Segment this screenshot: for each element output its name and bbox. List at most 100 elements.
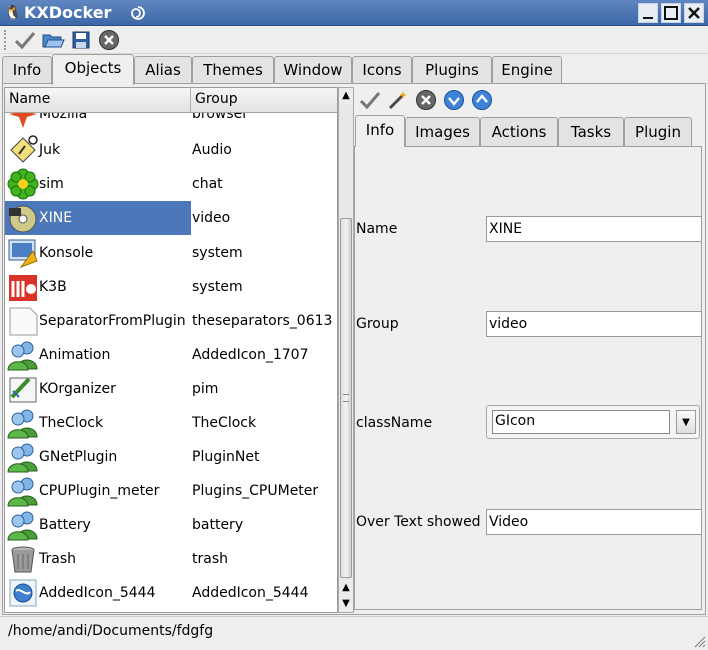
row-group: AddedIcon_1707 <box>192 347 309 363</box>
row-group: Plugins_CPUMeter <box>192 483 319 499</box>
row-group: video <box>192 210 231 226</box>
name-field[interactable]: XINE <box>486 216 702 242</box>
detail-toolbar <box>356 88 700 114</box>
open-icon[interactable] <box>40 28 66 52</box>
move-up-icon[interactable] <box>470 88 494 112</box>
row-name: sim <box>39 176 64 192</box>
scroll-up-icon[interactable]: ▲ <box>339 88 353 104</box>
tab-images[interactable]: Images <box>405 117 480 146</box>
tab-themes[interactable]: Themes <box>192 56 274 84</box>
mozilla-icon <box>7 113 39 130</box>
save-icon[interactable] <box>68 28 94 52</box>
blank-document-icon <box>7 305 39 337</box>
tab-alias[interactable]: Alias <box>134 56 192 84</box>
row-group: TheClock <box>192 415 257 431</box>
globe-icon <box>7 577 39 609</box>
main-toolbar <box>0 26 708 54</box>
swirl-icon[interactable] <box>128 3 148 23</box>
tab-icons[interactable]: Icons <box>352 56 412 84</box>
table-row[interactable]: Juk Audio <box>5 133 339 167</box>
row-name: Animation <box>39 347 111 363</box>
table-row[interactable]: SeparatorFromPlugin theseparators_0613 <box>5 304 339 338</box>
tab-info[interactable]: Info <box>2 56 52 84</box>
table-row[interactable]: KOrganizer pim <box>5 372 339 406</box>
list-scrollbar[interactable]: ▲ ▲ ▼ <box>338 87 354 613</box>
table-row[interactable]: Mozilla browser <box>5 113 339 131</box>
tab-actions[interactable]: Actions <box>480 117 558 146</box>
row-name: CPUPlugin_meter <box>39 483 160 499</box>
table-row[interactable]: AddedIcon_5444 AddedIcon_5444 <box>5 576 339 610</box>
table-row[interactable]: Trash trash <box>5 542 339 576</box>
title-bar[interactable]: 🐧 KXDocker <box>0 0 708 26</box>
konsole-icon <box>7 237 39 269</box>
move-down-icon[interactable] <box>442 88 466 112</box>
classname-field[interactable]: GIcon <box>492 410 670 434</box>
row-group: trash <box>192 551 228 567</box>
users-icon <box>7 407 39 439</box>
table-row[interactable]: CPUPlugin_meter Plugins_CPUMeter <box>5 474 339 508</box>
wand-icon[interactable] <box>386 88 410 112</box>
status-path: /home/andi/Documents/fdgfg <box>8 623 214 639</box>
apply-icon[interactable] <box>12 28 38 52</box>
toolbar-grip[interactable] <box>4 30 8 50</box>
scroll-up-icon[interactable]: ▲ <box>339 580 353 596</box>
row-group: browser <box>192 113 249 122</box>
tab-plugins[interactable]: Plugins <box>412 56 492 84</box>
table-row[interactable]: K3B system <box>5 270 339 304</box>
column-header-name[interactable]: Name <box>5 88 191 112</box>
users-icon <box>7 441 39 473</box>
korganizer-icon <box>7 373 39 405</box>
row-group: Audio <box>192 142 232 158</box>
overtext-field[interactable]: Video <box>486 509 702 535</box>
table-row[interactable]: XINE video <box>5 201 339 235</box>
remove-icon[interactable] <box>414 88 438 112</box>
name-label: Name <box>356 221 398 237</box>
status-bar: /home/andi/Documents/fdgfg <box>0 616 708 650</box>
row-group: pim <box>192 381 219 397</box>
group-label: Group <box>356 316 399 332</box>
resize-grip-icon[interactable] <box>694 636 706 648</box>
users-icon <box>7 339 39 371</box>
group-field[interactable]: video <box>486 311 702 337</box>
tab-info[interactable]: Info <box>355 115 405 147</box>
column-header-group[interactable]: Group <box>191 88 337 112</box>
row-name: Trash <box>39 551 76 567</box>
table-row[interactable]: sim chat <box>5 167 339 201</box>
tab-engine[interactable]: Engine <box>492 56 562 84</box>
tab-tasks[interactable]: Tasks <box>558 117 624 146</box>
tab-objects[interactable]: Objects <box>52 54 134 85</box>
quit-icon[interactable] <box>96 28 122 52</box>
overtext-label: Over Text showed <box>356 514 481 530</box>
row-name: GNetPlugin <box>39 449 118 465</box>
row-group: chat <box>192 176 223 192</box>
table-row[interactable]: GNetPlugin PluginNet <box>5 440 339 474</box>
chevron-down-icon[interactable]: ▼ <box>676 410 696 434</box>
users-icon <box>7 475 39 507</box>
table-row[interactable]: Battery battery <box>5 508 339 542</box>
scrollbar-thumb[interactable] <box>340 218 352 578</box>
table-row[interactable]: Konsole system <box>5 236 339 270</box>
row-name: K3B <box>39 279 67 295</box>
maximize-icon[interactable] <box>661 3 681 23</box>
row-group: battery <box>192 517 244 533</box>
tux-icon[interactable]: 🐧 <box>4 4 22 22</box>
tab-window[interactable]: Window <box>274 56 352 84</box>
row-name: SeparatorFromPlugin <box>39 313 186 329</box>
minimize-icon[interactable] <box>638 3 658 23</box>
close-icon[interactable] <box>684 3 704 23</box>
list-header: Name Group <box>5 88 337 113</box>
row-name: TheClock <box>39 415 104 431</box>
row-group: AddedIcon_5444 <box>192 585 309 601</box>
apply-icon[interactable] <box>358 88 382 112</box>
table-row[interactable]: Animation AddedIcon_1707 <box>5 338 339 372</box>
row-name: KOrganizer <box>39 381 116 397</box>
classname-combobox[interactable]: GIcon ▼ <box>486 405 700 439</box>
sim-icon <box>7 168 39 200</box>
row-group: PluginNet <box>192 449 260 465</box>
scroll-down-icon[interactable]: ▼ <box>339 596 353 612</box>
k3b-icon <box>7 271 39 303</box>
row-name: Battery <box>39 517 91 533</box>
table-row[interactable]: TheClock TheClock <box>5 406 339 440</box>
tab-plugin[interactable]: Plugin <box>624 117 692 146</box>
row-name: Mozilla <box>39 113 88 122</box>
